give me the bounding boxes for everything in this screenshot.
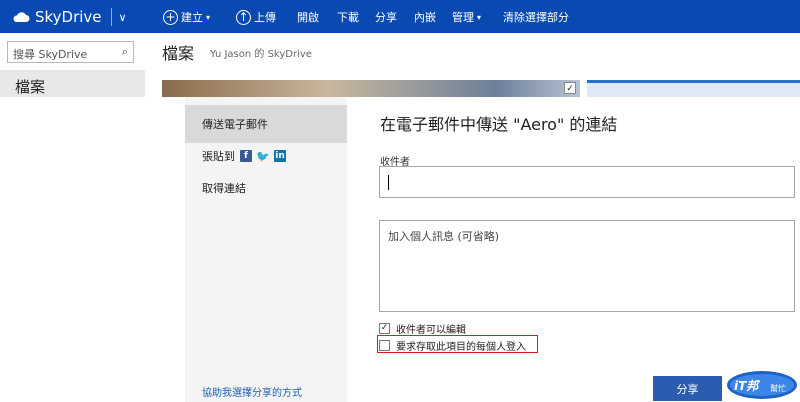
require-signin-option[interactable]: 要求存取此項目的每個人登入 [379, 338, 526, 353]
require-signin-label: 要求存取此項目的每個人登入 [396, 342, 526, 353]
facebook-icon[interactable]: f [240, 150, 252, 162]
embed-label: 內嵌 [414, 11, 436, 24]
share-menu-button[interactable]: 分享 [375, 9, 397, 25]
divider [110, 8, 112, 26]
search-input[interactable]: 搜尋 SkyDrive ⌕ [7, 41, 134, 63]
nav-post-to-label: 張貼到 [202, 150, 235, 163]
nav-get-link-label: 取得連結 [202, 182, 246, 195]
download-label: 下載 [337, 11, 359, 24]
chevron-down-icon: ▾ [477, 12, 482, 22]
can-edit-label: 收件者可以編輯 [396, 325, 466, 336]
share-dialog: 傳送電子郵件 張貼到 f 🐦 in 取得連結 協助我選擇分享的方式 在電子郵件中… [0, 97, 800, 402]
help-choose-share-link[interactable]: 協助我選擇分享的方式 [202, 384, 302, 399]
chevron-down-icon: ▾ [206, 12, 211, 22]
message-placeholder: 加入個人訊息 (可省略) [388, 230, 500, 243]
can-edit-checkbox[interactable]: ✓ [379, 323, 390, 334]
thumbnail-checkbox[interactable]: ✓ [564, 82, 576, 94]
manage-button[interactable]: 管理 ▾ [452, 9, 481, 25]
sidebar-item-files[interactable]: 檔案 [15, 76, 45, 97]
text-cursor [388, 175, 389, 190]
plus-icon: + [163, 9, 178, 25]
upload-label: 上傳 [254, 11, 276, 24]
svg-text:幫忙: 幫忙 [770, 383, 786, 393]
clear-selection-label: 清除選擇部分 [503, 11, 569, 24]
linkedin-icon[interactable]: in [274, 150, 286, 162]
ithome-logo: iT邦 幫忙 [727, 371, 797, 399]
can-edit-option[interactable]: ✓ 收件者可以編輯 [379, 321, 466, 336]
download-button[interactable]: 下載 [337, 9, 359, 25]
personal-message-input[interactable]: 加入個人訊息 (可省略) [379, 220, 795, 312]
search-placeholder: 搜尋 SkyDrive [13, 48, 88, 61]
share-method-nav: 傳送電子郵件 張貼到 f 🐦 in 取得連結 協助我選擇分享的方式 [185, 97, 347, 402]
create-button[interactable]: + 建立 ▾ [163, 9, 210, 25]
share-menu-label: 分享 [375, 11, 397, 24]
create-label: 建立 [181, 11, 203, 24]
clear-selection-button[interactable]: 清除選擇部分 [503, 9, 569, 25]
recipients-input[interactable] [379, 166, 795, 198]
manage-label: 管理 [452, 11, 474, 24]
top-app-bar: SkyDrive ∨ + 建立 ▾ ↑ 上傳 開啟 下載 分享 內嵌 管理 ▾ … [0, 0, 800, 33]
brand-label: SkyDrive [35, 8, 102, 26]
share-button-label: 分享 [676, 382, 699, 396]
open-button[interactable]: 開啟 [297, 9, 319, 25]
dialog-title: 在電子郵件中傳送 "Aero" 的連結 [380, 115, 618, 134]
page-owner: Yu Jason 的 SkyDrive [210, 49, 312, 60]
svg-text:iT邦: iT邦 [734, 379, 761, 393]
require-signin-checkbox[interactable] [379, 340, 390, 351]
upload-button[interactable]: ↑ 上傳 [236, 9, 276, 25]
open-label: 開啟 [297, 11, 319, 24]
page-title: 檔案 [162, 44, 195, 63]
brand[interactable]: SkyDrive ∨ [12, 6, 127, 28]
upload-icon: ↑ [236, 9, 251, 25]
nav-get-link[interactable]: 取得連結 [185, 169, 347, 207]
nav-send-email-label: 傳送電子郵件 [202, 118, 268, 131]
search-icon[interactable]: ⌕ [122, 45, 128, 59]
twitter-icon[interactable]: 🐦 [256, 150, 270, 163]
cloud-icon [13, 12, 30, 22]
embed-button[interactable]: 內嵌 [414, 9, 436, 25]
chevron-down-icon[interactable]: ∨ [119, 11, 127, 24]
share-button[interactable]: 分享 [653, 376, 722, 401]
